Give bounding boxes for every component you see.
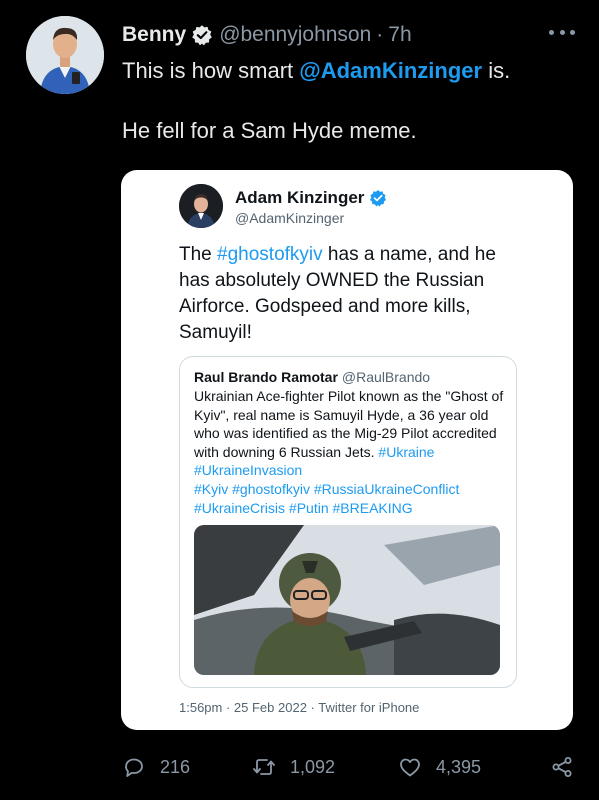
author-name[interactable]: Benny	[122, 23, 186, 47]
tweet: Benny @bennyjohnson · 7h This is how sma…	[0, 0, 599, 800]
pilot-in-cockpit-image	[194, 525, 500, 675]
author-avatar[interactable]	[26, 16, 104, 94]
embedded-author-avatar	[179, 184, 223, 228]
quoted-author-name: Raul Brando Ramotar	[194, 369, 338, 385]
tweet-text-line-2: He fell for a Sam Hyde meme.	[122, 118, 417, 143]
quoted-tweet-text: Ukrainian Ace-fighter Pilot known as the…	[194, 387, 512, 517]
hashtag-link: #ghostofkyiv	[217, 244, 323, 265]
verified-badge-icon	[369, 189, 387, 207]
reply-count: 216	[160, 756, 191, 777]
tweet-action-bar: 216 1,092 4,395	[122, 752, 577, 782]
quoted-tweet: Raul Brando Ramotar @RaulBrando Ukrainian…	[179, 356, 517, 688]
embedded-tweet-text: The #ghostofkyiv has a name, and he has …	[179, 242, 519, 346]
author-handle[interactable]: @bennyjohnson	[219, 23, 371, 47]
like-count: 4,395	[436, 756, 482, 777]
like-button[interactable]: 4,395	[398, 752, 481, 782]
quoted-author-handle: @RaulBrando	[341, 369, 431, 385]
quoted-tweet-header: Raul Brando Ramotar @RaulBrando	[194, 369, 430, 385]
retweet-button[interactable]: 1,092	[252, 752, 335, 782]
separator-dot: ·	[376, 23, 384, 46]
tweet-text-prefix: This is how smart	[122, 58, 300, 83]
reply-icon	[125, 758, 143, 777]
like-icon	[400, 758, 420, 777]
more-options-icon[interactable]	[549, 30, 575, 38]
tweet-text-line-1: This is how smart @AdamKinzinger is.	[122, 56, 572, 86]
retweet-icon	[253, 759, 275, 775]
retweet-count: 1,092	[290, 756, 336, 777]
embedded-tweet-meta: 1:56pm · 25 Feb 2022 · Twitter for iPhon…	[179, 700, 420, 715]
tweet-text: This is how smart @AdamKinzinger is. He …	[122, 56, 572, 146]
embedded-author-row: Adam Kinzinger	[235, 188, 387, 208]
embedded-text-before: The	[179, 244, 218, 265]
quoted-text-body: Ukrainian Ace-fighter Pilot known as the…	[194, 388, 504, 460]
embedded-screenshot-card[interactable]: Adam Kinzinger @AdamKinzinger The #ghost…	[121, 170, 573, 730]
share-icon	[552, 757, 572, 777]
tweet-header: Benny @bennyjohnson · 7h	[122, 20, 575, 50]
share-button[interactable]	[550, 752, 574, 782]
tweet-text-suffix: is.	[482, 58, 511, 83]
embedded-author-name: Adam Kinzinger	[235, 188, 365, 207]
quoted-hashtags-2: #Kyiv #ghostofkyiv #RussiaUkraineConflic…	[194, 480, 460, 497]
verified-badge-icon	[191, 24, 213, 46]
embedded-author-handle: @AdamKinzinger	[235, 210, 345, 226]
mention-link[interactable]: @AdamKinzinger	[299, 58, 482, 83]
reply-button[interactable]: 216	[122, 752, 190, 782]
quoted-hashtags-3: #UkraineCrisis #Putin #BREAKING	[194, 499, 413, 516]
tweet-timestamp[interactable]: 7h	[388, 23, 411, 47]
